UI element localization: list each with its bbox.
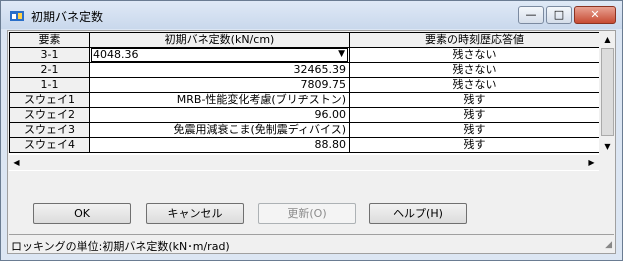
- dialog-client: 要素 初期バネ定数(kN/cm) 要素の時刻歴応答値 3-1 4048.36 ▼: [7, 30, 616, 254]
- spring-constant-cell[interactable]: 96.00: [89, 107, 350, 123]
- row-element[interactable]: 1-1: [9, 77, 90, 93]
- resize-grip-icon[interactable]: ◢: [605, 240, 612, 250]
- response-cell[interactable]: 残す: [349, 92, 599, 108]
- row-element[interactable]: スウェイ3: [9, 122, 90, 138]
- window-title: 初期バネ定数: [31, 10, 104, 24]
- vertical-scroll-thumb[interactable]: [601, 48, 614, 136]
- grid-header-row: 要素 初期バネ定数(kN/cm) 要素の時刻歴応答値: [9, 32, 599, 48]
- scroll-down-arrow-icon[interactable]: ▼: [600, 139, 615, 154]
- response-cell[interactable]: 残さない: [349, 77, 599, 93]
- spring-constant-value[interactable]: 4048.36: [93, 49, 139, 62]
- table-row[interactable]: 3-1 4048.36 ▼ 残さない: [9, 47, 599, 63]
- horizontal-scrollbar[interactable]: ◀ ▶: [9, 155, 599, 170]
- table-row[interactable]: 2-1 32465.39 残さない: [9, 62, 599, 78]
- row-element[interactable]: 2-1: [9, 62, 90, 78]
- spring-constant-cell[interactable]: 32465.39: [89, 62, 350, 78]
- status-bar: ロッキングの単位:初期バネ定数(kN･m/rad) ◢: [9, 234, 614, 253]
- scrollbar-corner: [600, 155, 615, 170]
- row-element[interactable]: スウェイ2: [9, 107, 90, 123]
- help-button[interactable]: ヘルプ(H): [369, 203, 467, 224]
- response-cell[interactable]: 残す: [349, 107, 599, 123]
- update-button[interactable]: 更新(O): [258, 203, 356, 224]
- spring-constant-cell[interactable]: 7809.75: [89, 77, 350, 93]
- response-cell[interactable]: 残す: [349, 122, 599, 138]
- spring-constant-cell[interactable]: 4048.36 ▼: [89, 47, 350, 63]
- row-element[interactable]: スウェイ1: [9, 92, 90, 108]
- spring-constant-cell[interactable]: MRB-性能変化考慮(ブリヂストン): [89, 92, 350, 108]
- response-cell[interactable]: 残さない: [349, 47, 599, 63]
- row-element[interactable]: 3-1: [9, 47, 90, 63]
- dialog-window: 初期バネ定数 — □ ✕ 要素 初期バネ定数(kN/cm) 要素の時刻歴応答値 …: [0, 0, 623, 261]
- spring-constant-grid[interactable]: 要素 初期バネ定数(kN/cm) 要素の時刻歴応答値 3-1 4048.36 ▼: [9, 32, 599, 171]
- minimize-button[interactable]: —: [518, 6, 544, 24]
- app-icon: [10, 11, 24, 21]
- column-header-element[interactable]: 要素: [9, 32, 90, 48]
- table-row[interactable]: スウェイ4 88.80 残す: [9, 137, 599, 153]
- column-header-spring-constant[interactable]: 初期バネ定数(kN/cm): [89, 32, 350, 48]
- row-element[interactable]: スウェイ4: [9, 137, 90, 153]
- ok-button[interactable]: OK: [33, 203, 131, 224]
- title-bar[interactable]: 初期バネ定数 — □ ✕: [1, 1, 622, 29]
- table-row[interactable]: 1-1 7809.75 残さない: [9, 77, 599, 93]
- spring-constant-combo[interactable]: 4048.36 ▼: [91, 48, 348, 62]
- close-button[interactable]: ✕: [574, 6, 616, 24]
- scroll-right-arrow-icon[interactable]: ▶: [584, 155, 599, 170]
- spring-constant-cell[interactable]: 88.80: [89, 137, 350, 153]
- response-cell[interactable]: 残さない: [349, 62, 599, 78]
- table-row[interactable]: スウェイ3 免震用減衰こま(免制震ディバイス) 残す: [9, 122, 599, 138]
- maximize-button[interactable]: □: [546, 6, 572, 24]
- response-cell[interactable]: 残す: [349, 137, 599, 153]
- chevron-down-icon[interactable]: ▼: [338, 49, 345, 61]
- column-header-response[interactable]: 要素の時刻歴応答値: [349, 32, 599, 48]
- table-row[interactable]: スウェイ1 MRB-性能変化考慮(ブリヂストン) 残す: [9, 92, 599, 108]
- scroll-left-arrow-icon[interactable]: ◀: [9, 155, 24, 170]
- cancel-button[interactable]: キャンセル: [146, 203, 244, 224]
- spring-constant-cell[interactable]: 免震用減衰こま(免制震ディバイス): [89, 122, 350, 138]
- scroll-up-arrow-icon[interactable]: ▲: [600, 32, 615, 47]
- status-text: ロッキングの単位:初期バネ定数(kN･m/rad): [11, 240, 230, 253]
- table-row[interactable]: スウェイ2 96.00 残す: [9, 107, 599, 123]
- vertical-scrollbar[interactable]: ▲ ▼: [600, 32, 615, 154]
